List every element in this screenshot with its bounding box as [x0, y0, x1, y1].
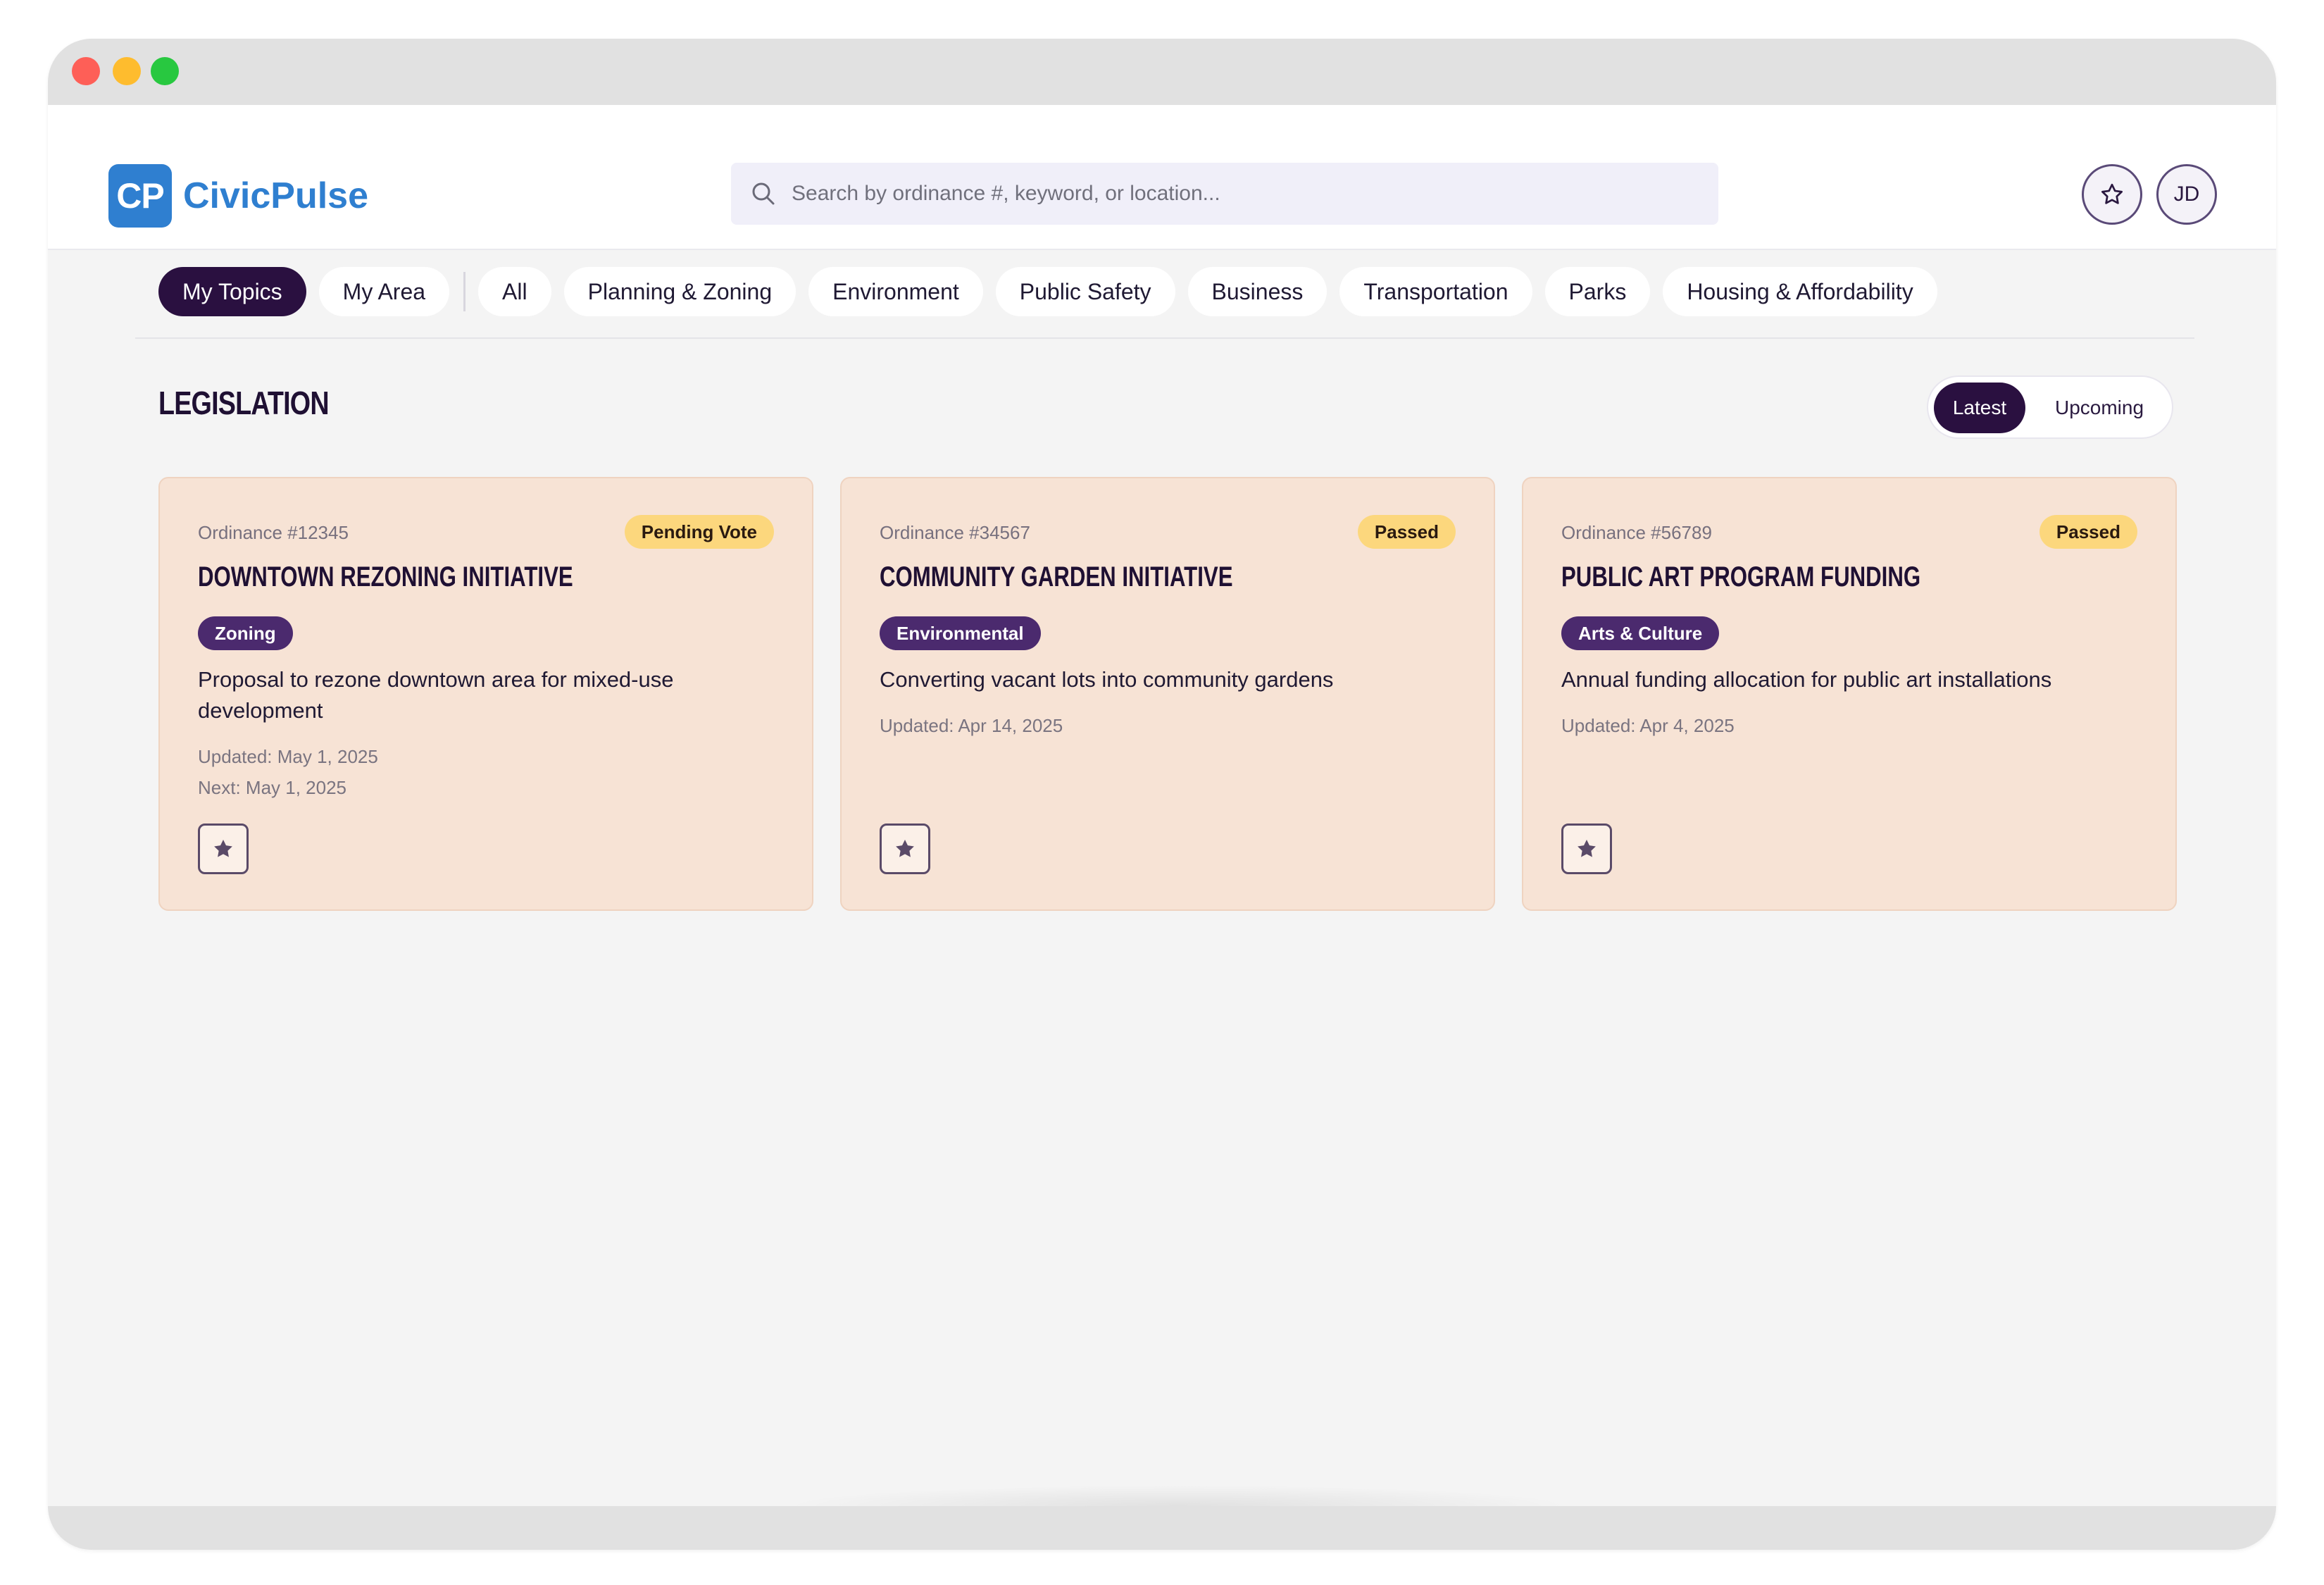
section-title: Legislation [158, 385, 330, 421]
legislation-card[interactable]: Ordinance #34567 Passed Community Garden… [840, 477, 1495, 911]
minimize-window-button[interactable] [113, 57, 141, 85]
updated-date: Updated: Apr 14, 2025 [880, 715, 1063, 736]
tab-transportation[interactable]: Transportation [1339, 267, 1532, 316]
browser-window: CP CivicPulse JD My Topics My Area All P… [48, 39, 2276, 1550]
category-tag: Zoning [198, 616, 293, 650]
search-input[interactable] [792, 163, 1700, 225]
category-tag: Environmental [880, 616, 1041, 650]
logo-text[interactable]: CivicPulse [183, 170, 368, 222]
legislation-card[interactable]: Ordinance #56789 Passed Public Art Progr… [1522, 477, 2177, 911]
favorite-button[interactable] [1561, 823, 1612, 874]
search-icon [752, 182, 775, 205]
tabs-divider [135, 337, 2194, 339]
star-icon [214, 839, 232, 857]
window-footer [48, 1506, 2276, 1550]
ordinance-number: Ordinance #56789 [1561, 522, 1712, 543]
favorite-button[interactable] [880, 823, 930, 874]
tab-parks[interactable]: Parks [1544, 267, 1651, 316]
category-tag: Arts & Culture [1561, 616, 1720, 650]
footer-shadow [780, 1485, 1576, 1506]
tab-all[interactable]: All [478, 267, 551, 316]
tab-business[interactable]: Business [1187, 267, 1327, 316]
logo-badge[interactable]: CP [108, 164, 172, 228]
tab-my-area[interactable]: My Area [318, 267, 450, 316]
user-avatar[interactable]: JD [2156, 164, 2217, 225]
updated-date: Updated: May 1, 2025 [198, 746, 378, 767]
topic-tabs: My Topics My Area All Planning & Zoning … [158, 267, 1950, 316]
close-window-button[interactable] [72, 57, 100, 85]
card-title[interactable]: Public Art Program Funding [1561, 561, 1920, 593]
ordinance-number: Ordinance #12345 [198, 522, 349, 543]
title-bar [48, 39, 2276, 105]
tab-planning-zoning[interactable]: Planning & Zoning [563, 267, 796, 316]
updated-date: Updated: Apr 4, 2025 [1561, 715, 1735, 736]
tab-housing-affordability[interactable]: Housing & Affordability [1663, 267, 1937, 316]
app-header: CP CivicPulse JD [48, 105, 2276, 250]
star-icon [896, 839, 914, 857]
favorites-button[interactable] [2082, 164, 2142, 225]
favorite-button[interactable] [198, 823, 249, 874]
latest-upcoming-toggle: Latest Upcoming [1927, 375, 2173, 439]
card-title[interactable]: Community Garden Initiative [880, 561, 1233, 593]
star-outline-icon [2101, 183, 2123, 204]
card-title[interactable]: Downtown Rezoning Initiative [198, 561, 573, 593]
tab-divider [463, 272, 466, 311]
legislation-card[interactable]: Ordinance #12345 Pending Vote Downtown R… [158, 477, 813, 911]
toggle-upcoming[interactable]: Upcoming [2032, 383, 2166, 433]
tab-environment[interactable]: Environment [808, 267, 983, 316]
tab-public-safety[interactable]: Public Safety [995, 267, 1175, 316]
card-description: Annual funding allocation for public art… [1561, 667, 2052, 692]
status-badge: Passed [1357, 515, 1456, 549]
search-bar[interactable] [731, 163, 1718, 225]
tab-my-topics[interactable]: My Topics [158, 267, 306, 316]
status-badge: Passed [2039, 515, 2137, 549]
toggle-latest[interactable]: Latest [1934, 383, 2025, 433]
zoom-window-button[interactable] [151, 57, 179, 85]
ordinance-number: Ordinance #34567 [880, 522, 1030, 543]
status-badge: Pending Vote [624, 515, 774, 549]
next-date: Next: May 1, 2025 [198, 777, 346, 798]
card-description: Proposal to rezone downtown area for mix… [198, 667, 674, 723]
star-icon [1578, 839, 1596, 857]
card-description: Converting vacant lots into community ga… [880, 667, 1334, 692]
